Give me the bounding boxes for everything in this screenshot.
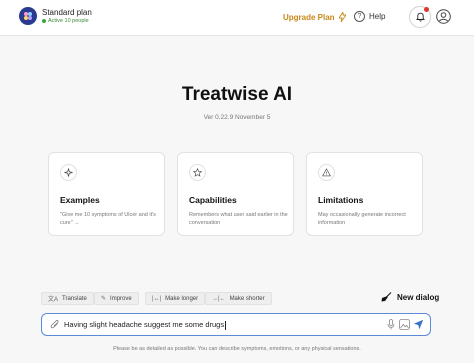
status-dot-icon [42,19,46,23]
make-longer-label: Make longer [165,295,199,302]
sparkle-icon [60,164,77,181]
notifications-button[interactable] [409,6,431,28]
warning-icon [318,164,335,181]
card-description: "Give me 10 symptoms of Ulcer and it's c… [60,212,156,226]
plan-status-text: Active 10 people [48,18,89,24]
input-hint: Please be as detailed as possible. You c… [113,346,361,352]
card-capabilities[interactable]: Capabilities Remembers what user said ea… [177,152,294,236]
make-shorter-label: Make shorter [229,295,265,302]
paperclip-icon[interactable] [50,319,60,330]
translate-label: Translate [62,295,87,302]
user-avatar-icon[interactable] [436,9,451,24]
make-longer-button[interactable]: |↔| Make longer [145,292,206,305]
card-limitations[interactable]: Limitations May occasionally generate in… [306,152,423,236]
broom-icon [381,292,392,302]
upgrade-plan-button[interactable]: Upgrade Plan [283,12,346,22]
plan-name: Standard plan [42,8,92,17]
card-examples[interactable]: Examples "Give me 10 symptoms of Ulcer a… [48,152,165,236]
expand-icon: |↔| [152,295,162,302]
page-title: Treatwise AI [181,84,293,105]
image-upload-icon[interactable] [399,319,410,330]
star-icon [189,164,206,181]
improve-label: Improve [110,295,132,302]
card-title: Capabilities [189,195,237,205]
new-dialog-button[interactable]: New dialog [381,292,439,302]
text-caret [225,320,227,330]
plan-status: Active 10 people [42,18,89,24]
card-description: Remembers what user said earlier in the … [189,212,288,226]
send-icon[interactable] [413,319,424,330]
top-bar: Standard plan Active 10 people Upgrade P… [0,0,474,36]
improve-button[interactable]: ✎ Improve [94,292,139,305]
lightning-icon [338,12,346,22]
chat-input-box[interactable]: Having slight headache suggest me some d… [41,313,431,336]
bell-icon [415,12,425,22]
make-shorter-button[interactable]: →|← Make shorter [205,292,272,305]
magic-wand-icon: ✎ [101,296,107,302]
help-label: Help [369,12,386,21]
card-description: May occasionally generate incorrect info… [318,212,406,226]
new-dialog-label: New dialog [397,292,440,302]
version-text: Ver 0.22.9 November 5 [203,114,271,121]
help-icon: ? [354,11,365,22]
translate-button[interactable]: 文A Translate [41,292,94,305]
upgrade-plan-label: Upgrade Plan [283,12,335,22]
microphone-icon[interactable] [387,319,395,330]
notification-badge [424,7,429,12]
card-title: Examples [60,195,100,205]
chat-input[interactable]: Having slight headache suggest me some d… [64,320,227,330]
brain-logo-icon [19,7,37,25]
shrink-icon: →|← [212,295,226,302]
chat-input-value: Having slight headache suggest me some d… [64,320,225,329]
card-title: Limitations [318,195,364,205]
help-button[interactable]: ? Help [354,11,385,22]
translate-icon: 文A [48,297,59,303]
